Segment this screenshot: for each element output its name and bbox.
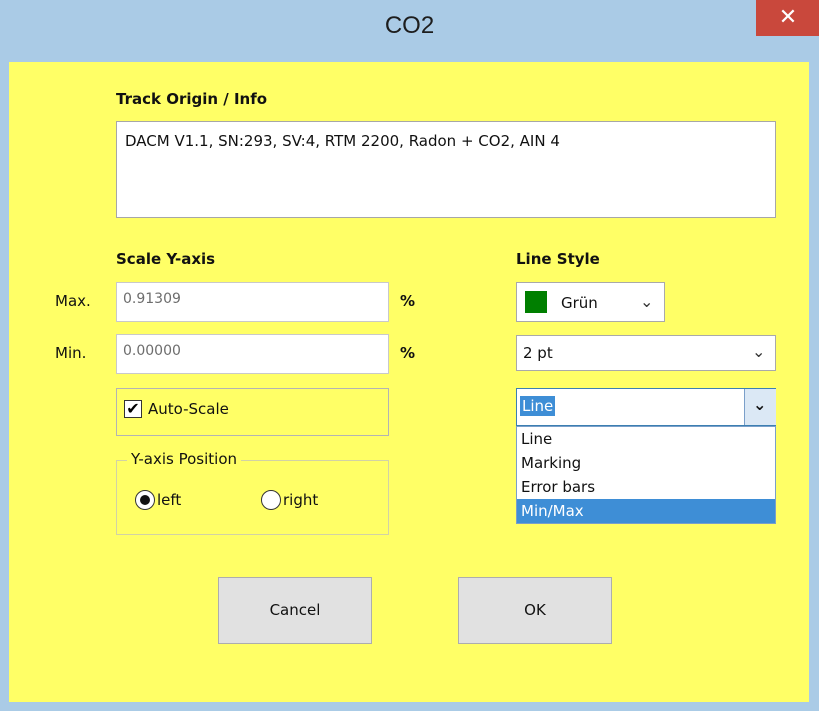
- dropdown-option-highlighted[interactable]: Min/Max: [517, 499, 775, 523]
- dropdown-option[interactable]: Marking: [517, 451, 775, 475]
- max-unit: %: [400, 292, 416, 310]
- line-type-select[interactable]: Line ⌄: [516, 388, 776, 426]
- color-select-value: Grün: [561, 294, 598, 312]
- min-input[interactable]: 0.00000: [116, 334, 389, 374]
- radio-left[interactable]: [135, 490, 155, 510]
- max-input[interactable]: 0.91309: [116, 282, 389, 322]
- auto-scale-checkbox[interactable]: ✔: [124, 400, 142, 418]
- scale-y-axis-heading: Scale Y-axis: [116, 250, 216, 268]
- chevron-down-icon: ⌄: [640, 292, 654, 311]
- auto-scale-label[interactable]: Auto-Scale: [148, 400, 229, 418]
- ok-button[interactable]: OK: [458, 577, 612, 644]
- title-bar: CO2 ✕: [0, 0, 819, 62]
- cancel-button[interactable]: Cancel: [218, 577, 372, 644]
- chevron-down-icon: ⌄: [753, 395, 767, 414]
- line-width-select[interactable]: 2 pt ⌄: [516, 335, 776, 371]
- dropdown-button[interactable]: ⌄: [744, 389, 776, 425]
- dropdown-option[interactable]: Line: [517, 427, 775, 451]
- dropdown-option[interactable]: Error bars: [517, 475, 775, 499]
- window-title: CO2: [384, 12, 435, 39]
- min-label: Min.: [55, 344, 87, 362]
- track-info-heading: Track Origin / Info: [116, 90, 268, 108]
- radio-selected-dot: [140, 495, 150, 505]
- close-icon: ✕: [778, 5, 798, 30]
- color-select[interactable]: Grün ⌄: [516, 282, 665, 322]
- chevron-down-icon: ⌄: [752, 342, 766, 361]
- min-unit: %: [400, 344, 416, 362]
- line-type-value: Line: [520, 396, 556, 416]
- close-button[interactable]: ✕: [756, 0, 819, 36]
- track-info-textbox[interactable]: DACM V1.1, SN:293, SV:4, RTM 2200, Radon…: [116, 121, 776, 218]
- line-style-heading: Line Style: [516, 250, 600, 268]
- line-width-value: 2 pt: [523, 344, 553, 362]
- radio-right-label[interactable]: right: [283, 491, 318, 509]
- radio-right[interactable]: [261, 490, 281, 510]
- dialog-window: CO2 ✕ Track Origin / Info DACM V1.1, SN:…: [0, 0, 819, 711]
- y-axis-position-title: Y-axis Position: [127, 450, 242, 468]
- y-axis-position-group: Y-axis Position left right: [116, 450, 389, 535]
- checkmark-icon: ✔: [126, 399, 140, 418]
- line-type-dropdown-list: Line Marking Error bars Min/Max: [516, 426, 776, 524]
- auto-scale-panel: ✔ Auto-Scale: [116, 388, 389, 436]
- max-label: Max.: [55, 292, 91, 310]
- color-swatch: [525, 291, 547, 313]
- radio-left-label[interactable]: left: [157, 491, 181, 509]
